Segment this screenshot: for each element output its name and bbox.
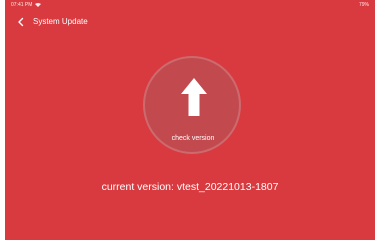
status-time: 07:41 PM: [11, 2, 33, 8]
chevron-left-icon[interactable]: [16, 17, 26, 27]
wifi-icon: [35, 3, 42, 7]
page-title: System Update: [33, 17, 88, 26]
check-version-button[interactable]: check version: [143, 56, 241, 154]
battery-level: 79%: [358, 2, 369, 8]
header: System Update: [5, 12, 375, 32]
check-version-label: check version: [171, 135, 215, 142]
current-version-text: current version: vtest_20221013-1807: [101, 181, 279, 193]
upload-arrow-icon: [181, 78, 207, 116]
status-bar: 07:41 PM 79%: [5, 0, 375, 10]
app-screen: 07:41 PM 79% System Update check version…: [5, 0, 375, 240]
